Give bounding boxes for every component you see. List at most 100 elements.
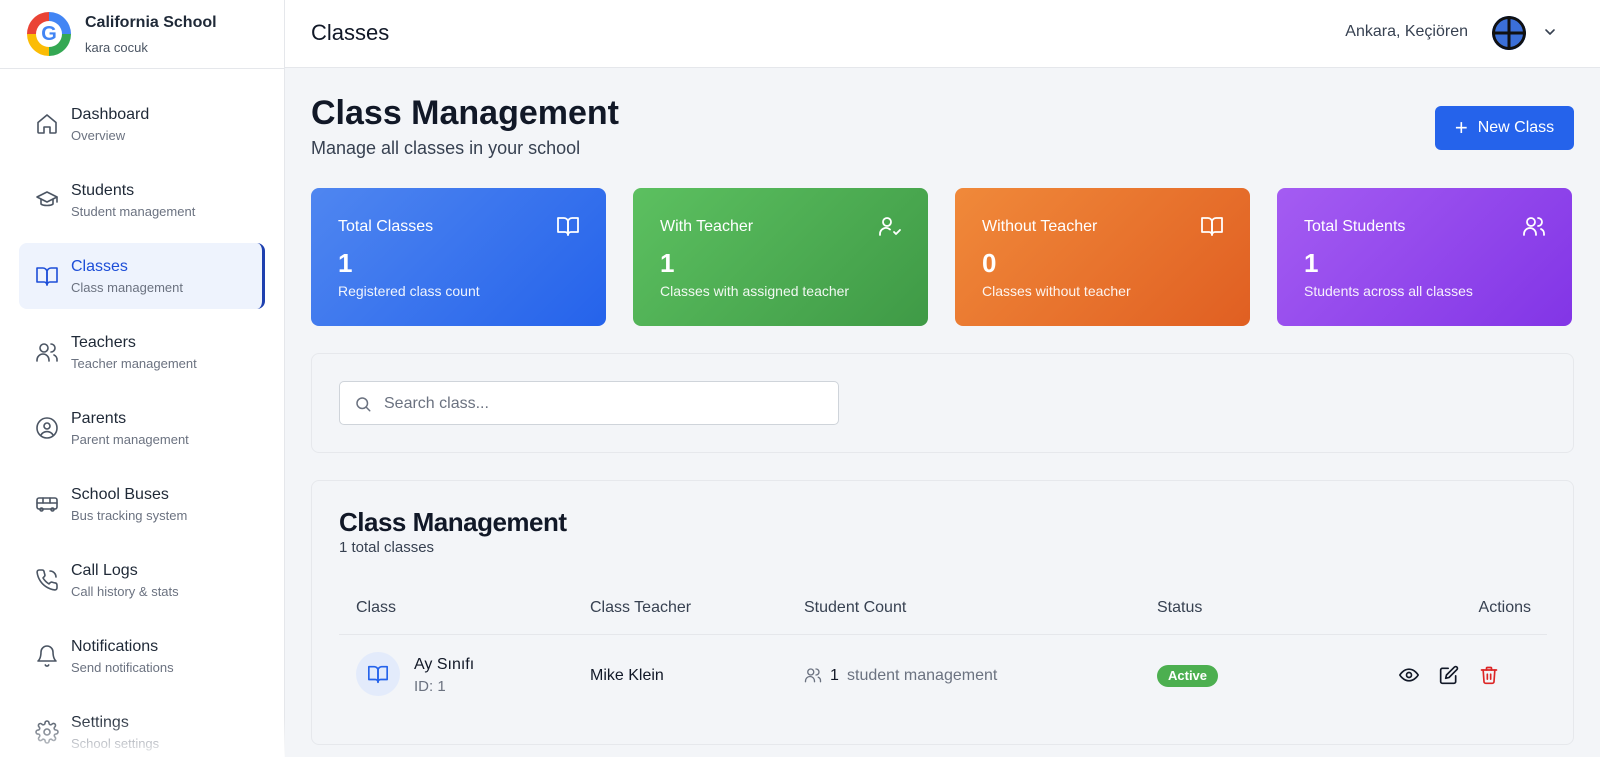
- sidebar-item-sub: Teacher management: [71, 355, 197, 371]
- column-header-teacher: Class Teacher: [590, 599, 692, 616]
- sidebar-item-teachers[interactable]: Teachers Teacher management: [19, 319, 265, 385]
- sidebar-nav: Dashboard Overview Students Student mana…: [0, 69, 284, 757]
- plus-icon: +: [1454, 115, 1468, 140]
- user-check-icon: [879, 217, 901, 236]
- stat-desc: Students across all classes: [1304, 283, 1473, 299]
- trash-icon[interactable]: [1479, 665, 1499, 685]
- sidebar-item-students[interactable]: Students Student management: [19, 167, 265, 233]
- stat-value: 1: [338, 248, 353, 278]
- school-logo: G: [27, 12, 71, 56]
- sidebar-item-sub: Class management: [71, 279, 183, 295]
- new-class-label: New Class: [1477, 119, 1555, 136]
- edit-icon[interactable]: [1439, 665, 1459, 685]
- sidebar-item-label: Classes: [71, 257, 128, 275]
- sidebar-item-parents[interactable]: Parents Parent management: [19, 395, 265, 461]
- student-count-label: student management: [847, 667, 998, 684]
- sidebar-item-label: Settings: [71, 713, 129, 731]
- users-icon: [1523, 217, 1545, 236]
- stats-row: Total Classes 1 Registered class count W…: [311, 188, 1574, 326]
- sidebar-item-label: Notifications: [71, 637, 159, 655]
- table-title: Class Management: [339, 507, 567, 537]
- stat-value: 1: [1304, 248, 1319, 278]
- users-icon: [36, 343, 58, 362]
- column-header-status: Status: [1157, 599, 1203, 616]
- stat-value: 0: [982, 248, 997, 278]
- class-id: ID: 1: [414, 678, 446, 695]
- stat-desc: Classes without teacher: [982, 283, 1131, 299]
- stat-card-total-classes: Total Classes 1 Registered class count: [311, 188, 606, 326]
- book-open-icon: [557, 217, 579, 236]
- class-name: Ay Sınıfı: [414, 656, 475, 673]
- column-header-actions: Actions: [1478, 599, 1531, 616]
- table-row: Ay Sınıfı ID: 1 Mike Klein 1 student man…: [339, 636, 1547, 716]
- sidebar-item-settings[interactable]: Settings School settings: [19, 699, 265, 757]
- column-header-class: Class: [356, 599, 397, 616]
- sidebar-item-sub: Overview: [71, 127, 126, 143]
- sidebar-item-sub: Send notifications: [71, 659, 174, 675]
- top-header: Classes Ankara, Keçiören: [285, 0, 1600, 68]
- sidebar-item-sub: School settings: [71, 735, 160, 751]
- student-count-value: 1: [830, 667, 839, 684]
- new-class-button[interactable]: + New Class: [1435, 106, 1574, 150]
- stat-desc: Classes with assigned teacher: [660, 283, 850, 299]
- location-label: Ankara, Keçiören: [1345, 23, 1468, 40]
- search-card: [311, 353, 1574, 453]
- page-title: Class Management: [311, 94, 619, 132]
- search-input[interactable]: [384, 392, 824, 416]
- book-open-icon: [36, 267, 58, 286]
- globe-avatar-icon: [1492, 16, 1526, 50]
- users-icon: [804, 668, 822, 683]
- sidebar-item-sub: Parent management: [71, 431, 189, 447]
- sidebar-item-call-logs[interactable]: Call Logs Call history & stats: [19, 547, 265, 613]
- stat-label: Total Classes: [338, 218, 434, 235]
- home-icon: [37, 114, 57, 134]
- stat-label: Total Students: [1304, 218, 1406, 235]
- search-icon: [356, 397, 371, 412]
- user-circle-icon: [36, 417, 58, 439]
- sidebar-item-sub: Call history & stats: [71, 583, 179, 599]
- sidebar-item-label: Call Logs: [71, 561, 138, 579]
- book-open-icon: [368, 665, 388, 684]
- chevron-down-icon[interactable]: [1542, 24, 1558, 40]
- stat-label: With Teacher: [660, 218, 754, 235]
- stat-card-total-students: Total Students 1 Students across all cla…: [1277, 188, 1572, 326]
- class-avatar: [356, 652, 400, 696]
- avatar[interactable]: [1492, 16, 1526, 50]
- page-subtitle: Manage all classes in your school: [311, 138, 581, 158]
- sidebar-item-label: Dashboard: [71, 105, 150, 123]
- bell-icon: [37, 645, 57, 667]
- sidebar-item-classes[interactable]: Classes Class management: [19, 243, 265, 309]
- stat-label: Without Teacher: [982, 218, 1098, 235]
- status-badge: Active: [1157, 665, 1219, 687]
- stat-value: 1: [660, 248, 675, 278]
- header-title: Classes: [311, 20, 390, 45]
- phone-icon: [36, 569, 58, 591]
- bus-icon: [36, 497, 58, 512]
- school-subtitle: kara cocuk: [85, 39, 148, 55]
- sidebar-item-label: School Buses: [71, 485, 169, 503]
- stat-card-without-teacher: Without Teacher 0 Classes without teache…: [955, 188, 1250, 326]
- school-name: California School: [85, 13, 217, 31]
- table-subtitle: 1 total classes: [339, 539, 435, 556]
- graduation-cap-icon: [36, 191, 58, 207]
- brand-header: G California School kara cocuk: [0, 0, 284, 69]
- sidebar-item-sub: Bus tracking system: [71, 507, 188, 523]
- table-header: Class Class Teacher Student Count Status…: [339, 579, 1547, 635]
- sidebar-item-dashboard[interactable]: Dashboard Overview: [19, 91, 265, 157]
- sidebar-item-notifications[interactable]: Notifications Send notifications: [19, 623, 265, 689]
- stat-desc: Registered class count: [338, 283, 480, 299]
- stat-card-with-teacher: With Teacher 1 Classes with assigned tea…: [633, 188, 928, 326]
- column-header-student-count: Student Count: [804, 599, 907, 616]
- book-open-icon: [1201, 217, 1223, 236]
- class-teacher: Mike Klein: [590, 667, 664, 684]
- sidebar-item-label: Teachers: [71, 333, 136, 351]
- sidebar-item-label: Students: [71, 181, 135, 199]
- sidebar-item-label: Parents: [71, 409, 127, 427]
- sidebar: G California School kara cocuk Dashboard…: [0, 0, 285, 757]
- search-box[interactable]: [339, 381, 839, 425]
- sidebar-item-sub: Student management: [71, 203, 196, 219]
- sidebar-item-school-buses[interactable]: School Buses Bus tracking system: [19, 471, 265, 537]
- classes-table-card: Class Management 1 total classes Class C…: [311, 480, 1574, 745]
- gear-icon: [35, 720, 59, 744]
- eye-icon[interactable]: [1399, 665, 1419, 685]
